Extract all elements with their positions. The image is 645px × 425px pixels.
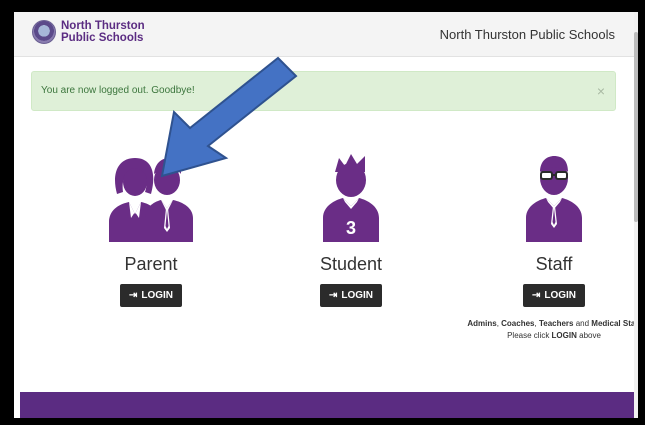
note-above: above bbox=[576, 331, 601, 340]
scrollbar-thumb[interactable] bbox=[634, 32, 638, 222]
staff-note-line-1: Admins, Coaches, Teachers and Medical St… bbox=[454, 318, 638, 330]
student-icon: 3 bbox=[323, 154, 379, 242]
login-arrow-icon: ⇥ bbox=[531, 290, 541, 301]
note-and: and bbox=[573, 319, 592, 328]
role-staff: Staff ⇥ LOGIN Admins, Coaches, Teachers a… bbox=[454, 152, 638, 342]
brand-line-1: North Thurston bbox=[61, 20, 145, 32]
logout-alert: You are now logged out. Goodbye! × bbox=[31, 71, 616, 111]
note-teachers: Teachers bbox=[538, 319, 574, 328]
browser-viewport: North Thurston Public Schools North Thur… bbox=[14, 12, 638, 418]
staff-note-line-2: Please click LOGIN above bbox=[454, 330, 638, 342]
role-parent: Parent ⇥ LOGIN bbox=[51, 152, 251, 307]
district-logo-link[interactable]: North Thurston Public Schools bbox=[32, 20, 145, 44]
staff-login-button[interactable]: ⇥ LOGIN bbox=[522, 284, 586, 307]
staff-icon bbox=[526, 156, 582, 242]
login-button-label: LOGIN bbox=[544, 290, 577, 301]
vertical-scrollbar[interactable] bbox=[634, 12, 638, 418]
role-student: 3 Student ⇥ LOGIN bbox=[251, 152, 451, 307]
parent-login-button[interactable]: ⇥ LOGIN bbox=[119, 284, 183, 307]
login-arrow-icon: ⇥ bbox=[128, 290, 138, 301]
brand-text: North Thurston Public Schools bbox=[61, 20, 145, 44]
alert-message: You are now logged out. Goodbye! bbox=[41, 85, 195, 96]
site-title: North Thurston Public Schools bbox=[439, 27, 615, 42]
district-seal-icon bbox=[32, 20, 56, 44]
student-login-button[interactable]: ⇥ LOGIN bbox=[319, 284, 383, 307]
note-login: LOGIN bbox=[551, 331, 577, 340]
login-button-label: LOGIN bbox=[341, 290, 374, 301]
role-label-parent: Parent bbox=[124, 254, 178, 274]
close-icon[interactable]: × bbox=[597, 83, 605, 99]
role-label-student: Student bbox=[319, 254, 383, 274]
staff-note: Admins, Coaches, Teachers and Medical St… bbox=[454, 318, 638, 342]
login-arrow-icon: ⇥ bbox=[328, 290, 338, 301]
note-admins: Admins bbox=[467, 319, 497, 328]
note-medical-staff: Medical Staff bbox=[591, 319, 638, 328]
footer-band bbox=[20, 392, 634, 418]
jersey-number: 3 bbox=[346, 218, 356, 238]
note-please-click: Please click bbox=[507, 331, 552, 340]
parents-icon bbox=[109, 158, 193, 242]
top-navbar: North Thurston Public Schools North Thur… bbox=[14, 12, 634, 57]
login-button-label: LOGIN bbox=[141, 290, 174, 301]
role-label-staff: Staff bbox=[535, 254, 573, 274]
note-coaches: Coaches bbox=[501, 319, 535, 328]
brand-line-2: Public Schools bbox=[61, 32, 144, 44]
